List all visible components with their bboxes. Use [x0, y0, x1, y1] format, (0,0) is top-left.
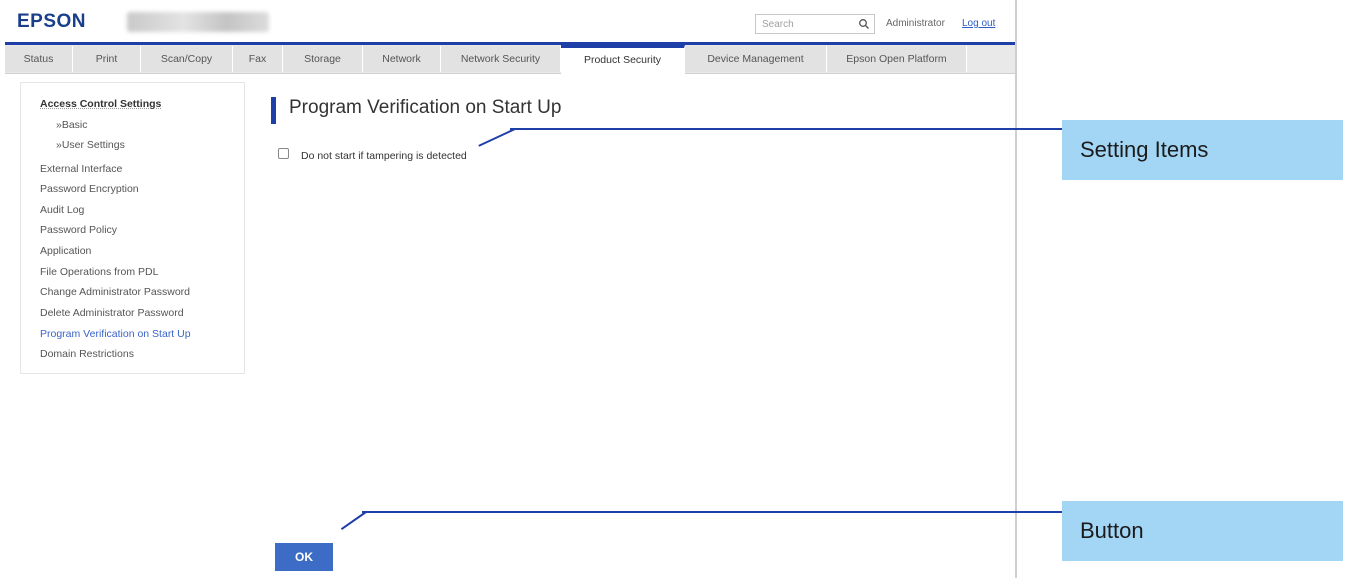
browser-window: EPSON Administrator Log out Status Print… — [5, 0, 1017, 578]
sidebar-item-program-verification[interactable]: Program Verification on Start Up — [40, 328, 191, 340]
search-box — [755, 14, 875, 34]
sidebar-item-change-administrator-password[interactable]: Change Administrator Password — [40, 286, 190, 298]
sidebar-item-password-policy[interactable]: Password Policy — [40, 224, 117, 236]
search-input[interactable] — [756, 15, 858, 33]
sidebar-item-audit-log[interactable]: Audit Log — [40, 204, 84, 216]
tab-status[interactable]: Status — [5, 46, 73, 72]
button-callout-line — [362, 511, 1062, 513]
search-icon[interactable] — [858, 18, 870, 30]
tab-epson-open-platform[interactable]: Epson Open Platform — [827, 46, 967, 72]
header: EPSON Administrator Log out — [5, 0, 1015, 42]
sidebar-item-password-encryption[interactable]: Password Encryption — [40, 183, 139, 195]
tab-print[interactable]: Print — [73, 46, 141, 72]
tab-scan-copy[interactable]: Scan/Copy — [141, 46, 233, 72]
tamper-check-label: Do not start if tampering is detected — [301, 150, 467, 162]
tab-fax[interactable]: Fax — [233, 46, 283, 72]
tab-network[interactable]: Network — [363, 46, 441, 72]
sidebar-item-external-interface[interactable]: External Interface — [40, 163, 122, 175]
title-accent-bar — [271, 97, 276, 124]
tab-network-security[interactable]: Network Security — [441, 46, 561, 72]
sidebar-item-application[interactable]: Application — [40, 245, 91, 257]
user-label: Administrator — [886, 18, 945, 29]
setting-items-callout-line — [510, 128, 1062, 130]
tab-bar: Status Print Scan/Copy Fax Storage Netwo… — [5, 45, 1015, 74]
sidebar: Access Control Settings »Basic »User Set… — [20, 82, 245, 374]
tab-storage[interactable]: Storage — [283, 46, 363, 72]
button-callout: Button — [1062, 501, 1343, 561]
sidebar-item-file-operations-from-pdl[interactable]: File Operations from PDL — [40, 266, 158, 278]
ok-button[interactable]: OK — [275, 543, 333, 571]
sidebar-item-user-settings[interactable]: »User Settings — [56, 139, 125, 151]
epson-logo: EPSON — [17, 11, 87, 32]
tab-device-management[interactable]: Device Management — [685, 46, 827, 72]
tab-product-security[interactable]: Product Security — [561, 45, 685, 74]
setting-items-callout: Setting Items — [1062, 120, 1343, 180]
sidebar-item-basic[interactable]: »Basic — [56, 119, 88, 131]
printer-name-blurred — [127, 12, 269, 32]
logout-link[interactable]: Log out — [962, 18, 995, 29]
sidebar-item-domain-restrictions[interactable]: Domain Restrictions — [40, 348, 134, 360]
sidebar-item-access-control-settings[interactable]: Access Control Settings — [40, 98, 161, 110]
sidebar-item-delete-administrator-password[interactable]: Delete Administrator Password — [40, 307, 184, 319]
tamper-check-checkbox[interactable] — [278, 148, 289, 159]
page-title: Program Verification on Start Up — [289, 97, 562, 118]
